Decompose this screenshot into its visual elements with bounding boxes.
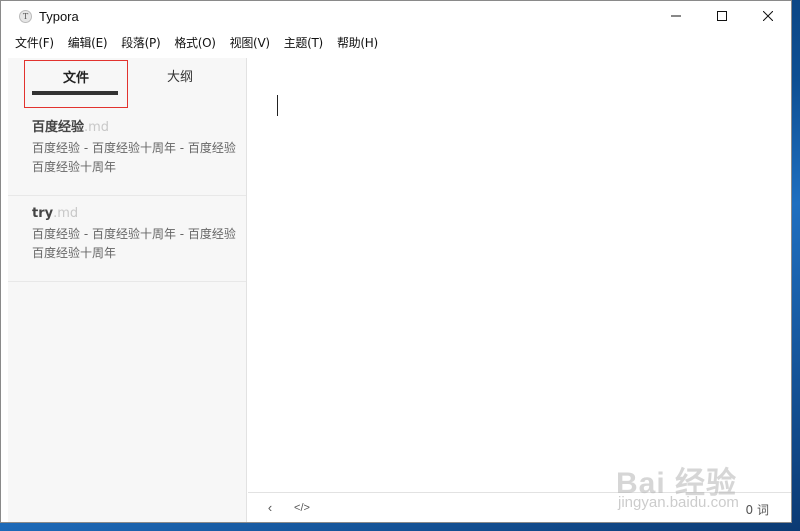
text-caret xyxy=(277,95,278,116)
baidu-watermark: Bai 经验 jingyan.baidu.com xyxy=(614,458,764,520)
file-list-item[interactable]: try.md 百度经验 - 百度经验十周年 - 百度经验 百度经验十周年 xyxy=(8,196,246,282)
file-extension: .md xyxy=(84,120,110,135)
tab-files-label: 文件 xyxy=(62,71,89,86)
menu-format[interactable]: 格式(O) xyxy=(168,34,221,51)
window-controls xyxy=(653,1,791,31)
sidebar: 文件 大纲 百度经验.md 百度经验 - 百度经验十周年 - 百度经验 百度经验… xyxy=(8,58,247,522)
tab-outline[interactable]: 大纲 xyxy=(128,60,232,108)
file-name: 百度经验 xyxy=(32,120,85,135)
menu-bar: 文件(F) 编辑(E) 段落(P) 格式(O) 视图(V) 主题(T) 帮助(H… xyxy=(1,31,791,53)
menu-file[interactable]: 文件(F) xyxy=(9,34,60,51)
watermark-url: jingyan.baidu.com xyxy=(618,494,739,511)
active-tab-indicator xyxy=(32,91,118,95)
menu-edit[interactable]: 编辑(E) xyxy=(62,34,113,51)
file-list-item[interactable]: 百度经验.md 百度经验 - 百度经验十周年 - 百度经验 百度经验十周年 xyxy=(8,110,246,196)
tab-outline-label: 大纲 xyxy=(166,70,193,85)
file-name-row: try.md xyxy=(32,204,238,224)
source-code-icon[interactable]: </> xyxy=(292,502,312,514)
sidebar-tabs: 文件 大纲 xyxy=(8,58,246,110)
close-button[interactable] xyxy=(745,1,791,31)
minimize-icon xyxy=(671,15,681,17)
file-name-row: 百度经验.md xyxy=(32,118,238,138)
typora-app-icon: T xyxy=(19,9,32,23)
back-icon[interactable]: ‹ xyxy=(260,500,280,515)
window-title: Typora xyxy=(39,8,79,24)
menu-paragraph[interactable]: 段落(P) xyxy=(115,34,166,51)
maximize-icon xyxy=(717,11,727,21)
menu-help[interactable]: 帮助(H) xyxy=(331,34,384,51)
maximize-button[interactable] xyxy=(699,1,745,31)
close-icon xyxy=(763,11,773,21)
file-snippet: 百度经验 - 百度经验十周年 - 百度经验 百度经验十周年 xyxy=(32,141,236,174)
editor-area[interactable] xyxy=(248,58,791,492)
minimize-button[interactable] xyxy=(653,1,699,31)
menu-theme[interactable]: 主题(T) xyxy=(278,34,329,51)
title-bar[interactable]: T Typora xyxy=(1,1,791,31)
menu-view[interactable]: 视图(V) xyxy=(224,34,276,51)
tab-files[interactable]: 文件 xyxy=(24,60,128,108)
file-extension: .md xyxy=(53,206,79,221)
file-name: try xyxy=(32,206,54,221)
file-snippet: 百度经验 - 百度经验十周年 - 百度经验 百度经验十周年 xyxy=(32,227,236,260)
